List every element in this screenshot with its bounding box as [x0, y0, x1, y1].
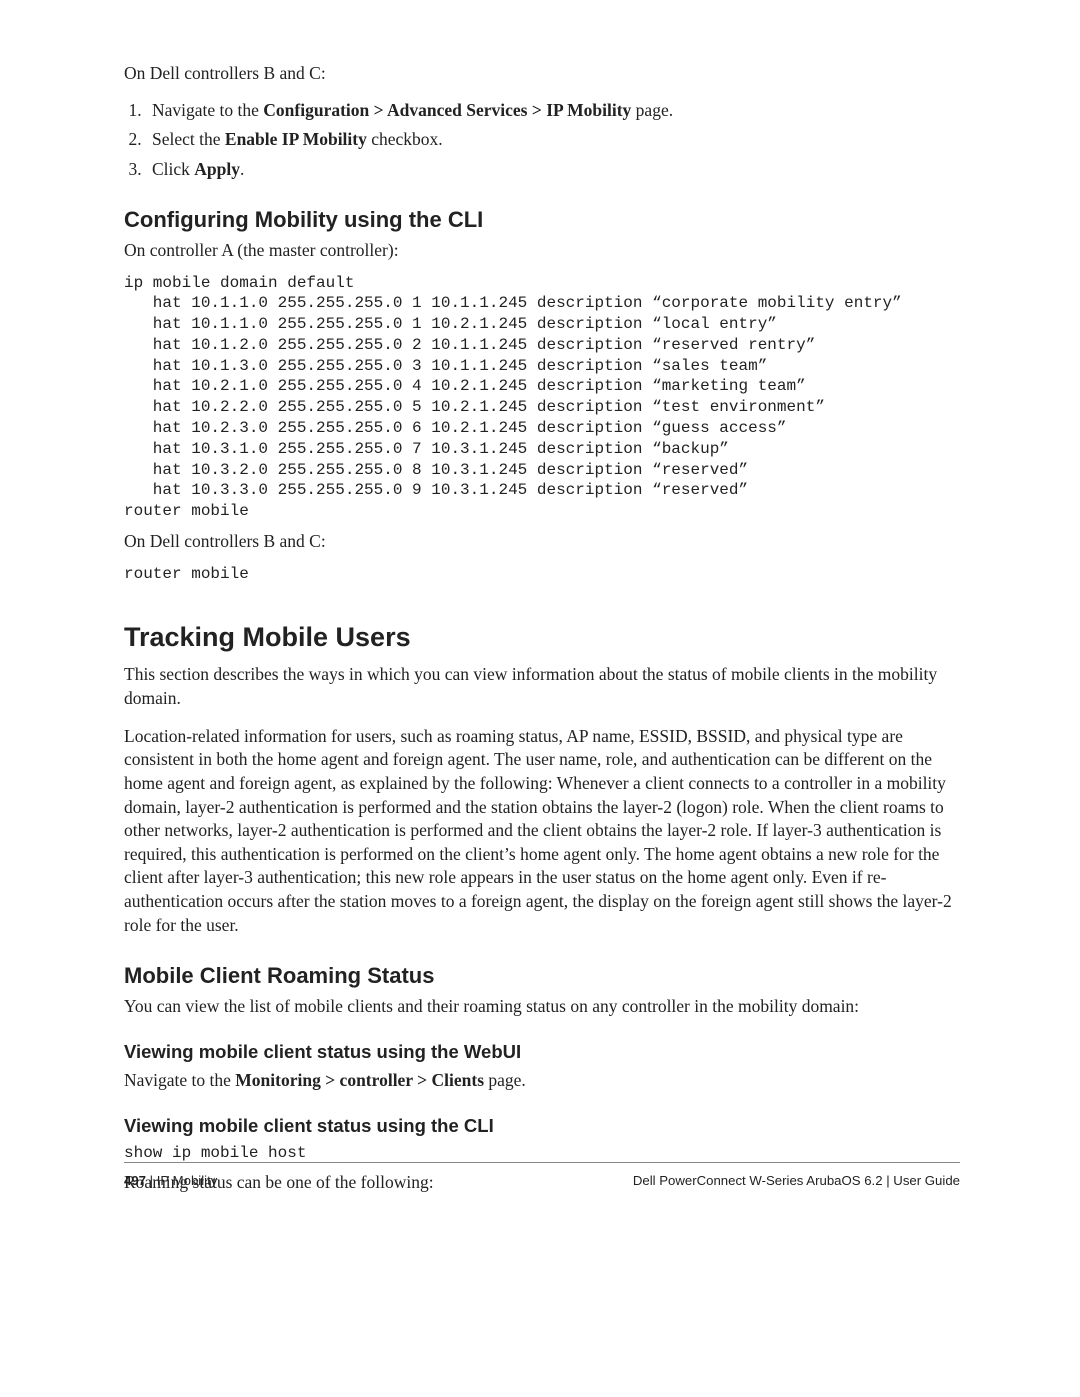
step2-pre: Select the [152, 129, 225, 149]
cli-heading: Configuring Mobility using the CLI [124, 207, 960, 233]
step1-bold: Configuration > Advanced Services > IP M… [263, 100, 631, 120]
step3-bold: Apply [194, 159, 240, 179]
roaming-heading: Mobile Client Roaming Status [124, 963, 960, 989]
footer-doc-title: Dell PowerConnect W-Series ArubaOS 6.2 |… [633, 1173, 960, 1188]
footer-left: 497 | IP Mobility [124, 1173, 217, 1188]
webui-bold: Monitoring > controller > Clients [235, 1070, 484, 1090]
clistat-heading: Viewing mobile client status using the C… [124, 1115, 960, 1137]
cli-code-block: ip mobile domain default hat 10.1.1.0 25… [124, 273, 960, 523]
webui-pre: Navigate to the [124, 1070, 235, 1090]
clistat-code: show ip mobile host [124, 1143, 960, 1164]
page-footer: 497 | IP Mobility Dell PowerConnect W-Se… [0, 1162, 1080, 1188]
webui-paragraph: Navigate to the Monitoring > controller … [124, 1069, 960, 1093]
step-1: Navigate to the Configuration > Advanced… [146, 96, 960, 126]
intro-paragraph: On Dell controllers B and C: [124, 62, 960, 86]
webui-post: page. [484, 1070, 526, 1090]
footer-right: Dell PowerConnect W-Series ArubaOS 6.2 |… [633, 1173, 960, 1188]
step2-bold: Enable IP Mobility [225, 129, 367, 149]
footer-rule [124, 1162, 960, 1163]
footer-section: | IP Mobility [146, 1173, 217, 1188]
webui-heading: Viewing mobile client status using the W… [124, 1041, 960, 1063]
step3-post: . [240, 159, 244, 179]
footer-page-number: 497 [124, 1173, 146, 1188]
cli-intro: On controller A (the master controller): [124, 239, 960, 263]
step1-pre: Navigate to the [152, 100, 263, 120]
tracking-p2: Location-related information for users, … [124, 725, 960, 938]
step1-post: page. [631, 100, 673, 120]
step2-post: checkbox. [367, 129, 443, 149]
step3-pre: Click [152, 159, 194, 179]
tracking-heading: Tracking Mobile Users [124, 622, 960, 653]
step-2: Select the Enable IP Mobility checkbox. [146, 125, 960, 155]
tracking-p1: This section describes the ways in which… [124, 663, 960, 710]
step-3: Click Apply. [146, 155, 960, 185]
cli-code-block-2: router mobile [124, 564, 960, 585]
roaming-p: You can view the list of mobile clients … [124, 995, 960, 1019]
cli-after-paragraph: On Dell controllers B and C: [124, 530, 960, 554]
steps-list: Navigate to the Configuration > Advanced… [124, 96, 960, 185]
